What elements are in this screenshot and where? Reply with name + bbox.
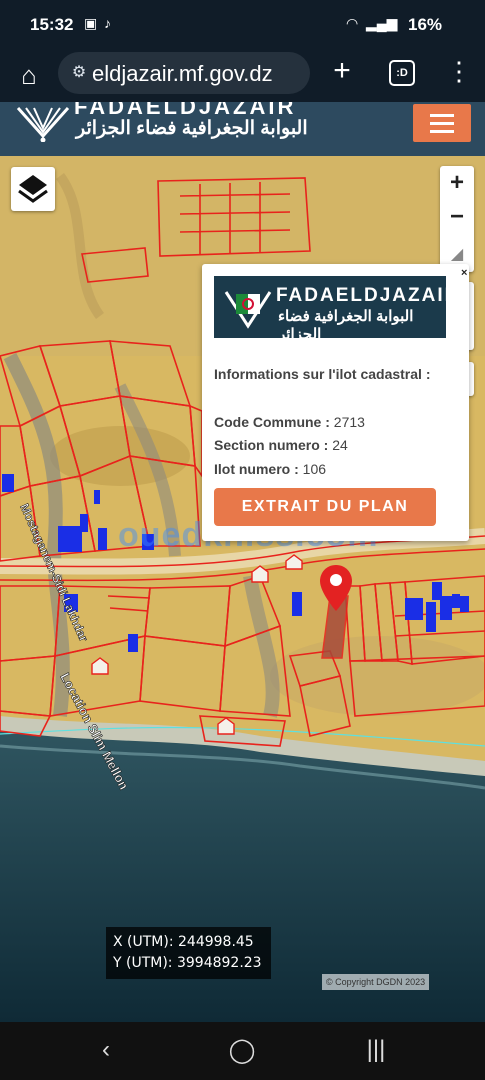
ilot-value: 106 <box>302 461 327 477</box>
url-text[interactable]: eldjazair.mf.gov.dz <box>92 61 273 87</box>
zoom-in-icon[interactable]: + <box>440 166 474 200</box>
map-view[interactable]: Location Slim Mellon Mostaganem-Sidi Lak… <box>0 156 485 1022</box>
browser-menu-icon[interactable]: ⋮ <box>446 56 472 86</box>
layers-button[interactable] <box>11 167 55 211</box>
home-nav-icon[interactable]: ◯ <box>222 1036 262 1065</box>
site-settings-icon[interactable]: ⚙ <box>68 62 90 84</box>
hamburger-menu-button[interactable] <box>413 104 471 142</box>
status-time: 15:32 <box>30 15 74 34</box>
ilot-row: Ilot numero : 106 <box>214 461 326 477</box>
copyright-notice: © Copyright DGDN 2023 <box>322 974 430 990</box>
map-marker-icon[interactable] <box>318 563 354 613</box>
zoom-control: + − ◢ <box>440 166 474 272</box>
signal-icon: ▂▄▆ <box>366 15 398 31</box>
recents-icon[interactable]: ||| <box>356 1036 396 1064</box>
address-bar[interactable]: ⚙ eldjazair.mf.gov.dz <box>58 52 310 94</box>
extract-plan-button[interactable]: EXTRAIT DU PLAN <box>214 488 436 526</box>
browser-toolbar: ⌂ ⚙ eldjazair.mf.gov.dz + :D ⋮ <box>0 52 485 102</box>
layers-icon <box>18 175 48 203</box>
parcel-info-popup: × FADAELDJAZAIR البوابة الجغرافية فضاء ا… <box>202 264 469 541</box>
ilot-label: Ilot numero : <box>214 461 299 477</box>
back-icon[interactable]: ‹ <box>86 1036 126 1064</box>
coord-x: X (UTM): 244998.45 <box>113 934 254 950</box>
close-icon[interactable]: × <box>461 268 471 279</box>
popup-logo-subtitle: البوابة الجغرافية فضاء الجزائر <box>278 308 414 338</box>
section-label: Section numero : <box>214 437 329 453</box>
battery-level: 16% <box>408 15 443 34</box>
logo-icon <box>16 107 70 142</box>
popup-heading: Informations sur l'ilot cadastral : <box>214 366 431 382</box>
popup-logo: FADAELDJAZAIR البوابة الجغرافية فضاء الج… <box>214 276 446 338</box>
new-tab-icon[interactable]: + <box>328 56 356 86</box>
zoom-out-icon[interactable]: − <box>440 202 474 236</box>
logo-subtitle: البوابة الجغرافية فضاء الجزائر <box>76 118 308 139</box>
coord-y: Y (UTM): 3994892.23 <box>113 955 262 971</box>
popup-logo-title: FADAELDJAZAIR <box>276 285 446 306</box>
gallery-icon: ▣ <box>84 15 98 31</box>
wifi-icon: ◠ <box>346 15 359 31</box>
section-row: Section numero : 24 <box>214 437 348 453</box>
tiktok-icon: ♪ <box>104 15 111 31</box>
section-value: 24 <box>332 437 348 453</box>
home-icon[interactable]: ⌂ <box>14 60 44 90</box>
commune-row: Code Commune : 2713 <box>214 414 365 430</box>
tab-switcher-button[interactable]: :D <box>389 60 415 86</box>
commune-value: 2713 <box>333 414 365 430</box>
system-nav-bar: ‹ ◯ ||| <box>0 1022 485 1080</box>
coordinates-readout: X (UTM): 244998.45 Y (UTM): 3994892.23 <box>106 927 271 979</box>
commune-label: Code Commune : <box>214 414 330 430</box>
status-bar: 15:32 ▣ ♪ ◠ ▂▄▆ 16% <box>0 0 485 52</box>
site-header: FADAELDJAZAIR البوابة الجغرافية فضاء الج… <box>0 102 485 156</box>
algeria-flag-logo-icon <box>224 291 272 329</box>
